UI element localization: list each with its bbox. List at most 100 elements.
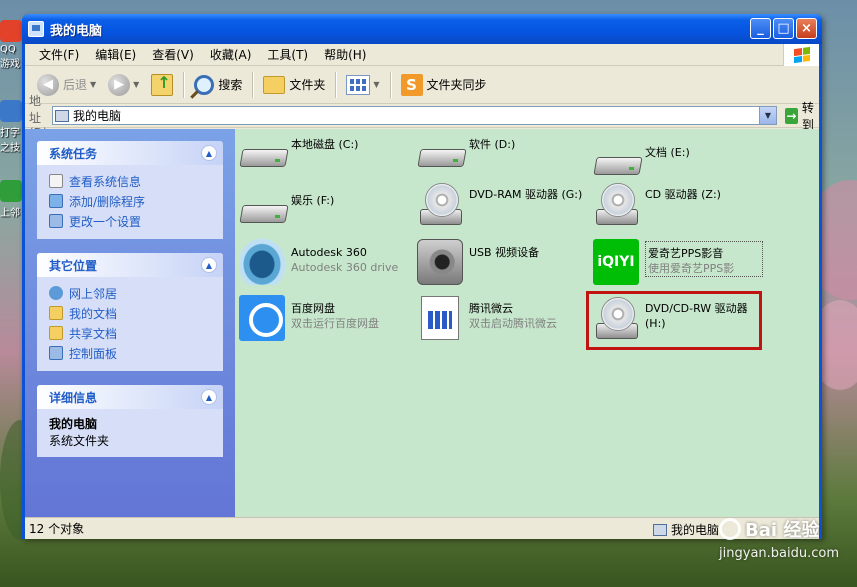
collapse-chevron-icon[interactable]: ▲ [201, 389, 217, 405]
item-name: USB 视频设备 [469, 246, 540, 259]
folder-icon [263, 75, 286, 94]
autodesk-360-icon [239, 239, 285, 285]
place-control-panel[interactable]: 控制面板 [49, 343, 213, 363]
baidu-netdisk[interactable]: 百度网盘 双击运行百度网盘 [239, 295, 379, 341]
drive-h[interactable]: DVD/CD-RW 驱动器 (H:) [593, 295, 748, 341]
chevron-down-icon[interactable]: ▼ [90, 80, 96, 89]
toolbar-separator [389, 71, 391, 98]
drive-c[interactable]: 本地磁盘 (C:) [239, 131, 358, 177]
menu-edit[interactable]: 编辑(E) [87, 46, 144, 63]
item-description: 双击运行百度网盘 [291, 317, 379, 330]
folder-sync-button[interactable]: S 文件夹同步 [395, 70, 493, 100]
item-name: DVD/CD-RW 驱动器 [645, 302, 748, 315]
item-name: 娱乐 (F:) [291, 194, 335, 207]
search-label: 搜索 [218, 78, 243, 92]
address-input[interactable]: 我的电脑 ▼ [51, 106, 777, 125]
control-panel-icon [49, 346, 63, 360]
desktop-icon-label: 打字之技 [0, 128, 20, 154]
control-panel-icon [49, 214, 63, 228]
folder-sync-icon: S [400, 73, 423, 96]
forward-button[interactable]: ▶ ▼ [102, 70, 145, 100]
status-location: 我的电脑 [670, 523, 719, 537]
desktop-icon-typing[interactable]: 打字之技 [0, 100, 24, 154]
webcam-icon [417, 239, 463, 285]
network-icon [0, 180, 22, 202]
toolbar-separator [252, 71, 254, 98]
item-name: CD 驱动器 (Z:) [645, 188, 721, 201]
collapse-chevron-icon[interactable]: ▲ [201, 145, 217, 161]
toolbar-separator [335, 71, 337, 98]
views-button[interactable]: ▼ [340, 70, 385, 100]
folders-button[interactable]: 文件夹 [257, 70, 331, 100]
watermark-logo: Bai 经验 [745, 520, 820, 541]
minimize-button[interactable]: _ [750, 18, 771, 39]
views-icon [346, 74, 371, 95]
system-tasks-panel: 系统任务 ▲ 查看系统信息 添加/删除程序 更改一个设置 [37, 141, 223, 239]
my-computer-icon [28, 21, 44, 37]
go-button[interactable]: → 转到 [784, 99, 819, 133]
collapse-chevron-icon[interactable]: ▲ [201, 257, 217, 273]
drive-e[interactable]: 文档 (E:) [593, 139, 690, 185]
document-icon [421, 296, 459, 340]
item-name: 软件 (D:) [469, 138, 516, 151]
folders-label: 文件夹 [289, 78, 326, 92]
other-places-header[interactable]: 其它位置 ▲ [37, 253, 223, 277]
place-shared-documents[interactable]: 共享文档 [49, 323, 213, 343]
search-button[interactable]: 搜索 [188, 70, 248, 100]
task-pane: 系统任务 ▲ 查看系统信息 添加/删除程序 更改一个设置 其它位置 ▲ 网上邻居… [25, 129, 235, 517]
drive-f[interactable]: 娱乐 (F:) [239, 187, 334, 233]
task-label: 查看系统信息 [69, 174, 142, 189]
typing-app-icon [0, 100, 22, 122]
tencent-weiyun[interactable]: 腾讯微云 双击启动腾讯微云 [417, 295, 557, 341]
menu-help[interactable]: 帮助(H) [316, 46, 374, 63]
place-my-documents[interactable]: 我的文档 [49, 303, 213, 323]
baidu-paw-icon [719, 518, 742, 540]
task-change-setting[interactable]: 更改一个设置 [49, 211, 213, 231]
qq-game-icon [0, 20, 22, 42]
back-label: 后退 [63, 78, 88, 92]
optical-drive-icon [593, 181, 639, 227]
autodesk-360-drive[interactable]: Autodesk 360 Autodesk 360 drive [239, 239, 398, 285]
system-tasks-header[interactable]: 系统任务 ▲ [37, 141, 223, 165]
network-places-icon [49, 286, 63, 300]
hard-drive-icon [239, 131, 285, 177]
menu-favorites[interactable]: 收藏(A) [202, 46, 260, 63]
place-label: 控制面板 [69, 346, 118, 361]
task-view-system-info[interactable]: 查看系统信息 [49, 171, 213, 191]
usb-video-device[interactable]: USB 视频设备 [417, 239, 539, 285]
optical-drive-icon [593, 295, 639, 341]
details-type: 系统文件夹 [49, 434, 110, 448]
other-places-panel: 其它位置 ▲ 网上邻居 我的文档 共享文档 控制面板 [37, 253, 223, 371]
place-label: 网上邻居 [69, 286, 118, 301]
go-arrow-icon: → [784, 107, 798, 124]
drive-z[interactable]: CD 驱动器 (Z:) [593, 181, 721, 227]
iqiyi-pps[interactable]: iQIYI 爱奇艺PPS影音 使用爱奇艺PPS影 [593, 239, 764, 285]
chevron-down-icon[interactable]: ▼ [373, 80, 379, 89]
desktop-icon-qq-game[interactable]: QQ游戏 [0, 20, 24, 70]
place-network[interactable]: 网上邻居 [49, 283, 213, 303]
iqiyi-icon: iQIYI [593, 239, 639, 285]
chevron-down-icon[interactable]: ▼ [133, 80, 139, 89]
panel-title: 其它位置 [49, 258, 98, 273]
drive-g[interactable]: DVD-RAM 驱动器 (G:) [417, 181, 582, 227]
menu-tools[interactable]: 工具(T) [259, 46, 316, 63]
item-name: Autodesk 360 [291, 246, 367, 259]
item-name: DVD-RAM 驱动器 (G:) [469, 188, 583, 201]
drive-d[interactable]: 软件 (D:) [417, 131, 515, 177]
details-header[interactable]: 详细信息 ▲ [37, 385, 223, 409]
folder-icon [49, 326, 63, 340]
maximize-button[interactable]: □ [773, 18, 794, 39]
item-description: (H:) [645, 317, 666, 330]
windows-flag-icon [793, 46, 810, 64]
folder-up-icon [151, 73, 174, 96]
up-button[interactable] [145, 70, 179, 100]
chevron-down-icon[interactable]: ▼ [758, 107, 776, 124]
item-name: 爱奇艺PPS影音 [648, 247, 724, 260]
menu-file[interactable]: 文件(F) [31, 46, 87, 63]
my-computer-icon [652, 523, 667, 536]
title-bar[interactable]: 我的电脑 _ □ × [22, 14, 822, 44]
menu-view[interactable]: 查看(V) [144, 46, 202, 63]
desktop-icon-network[interactable]: 上邻 [0, 180, 24, 219]
task-add-remove-programs[interactable]: 添加/删除程序 [49, 191, 213, 211]
close-button[interactable]: × [796, 18, 817, 39]
